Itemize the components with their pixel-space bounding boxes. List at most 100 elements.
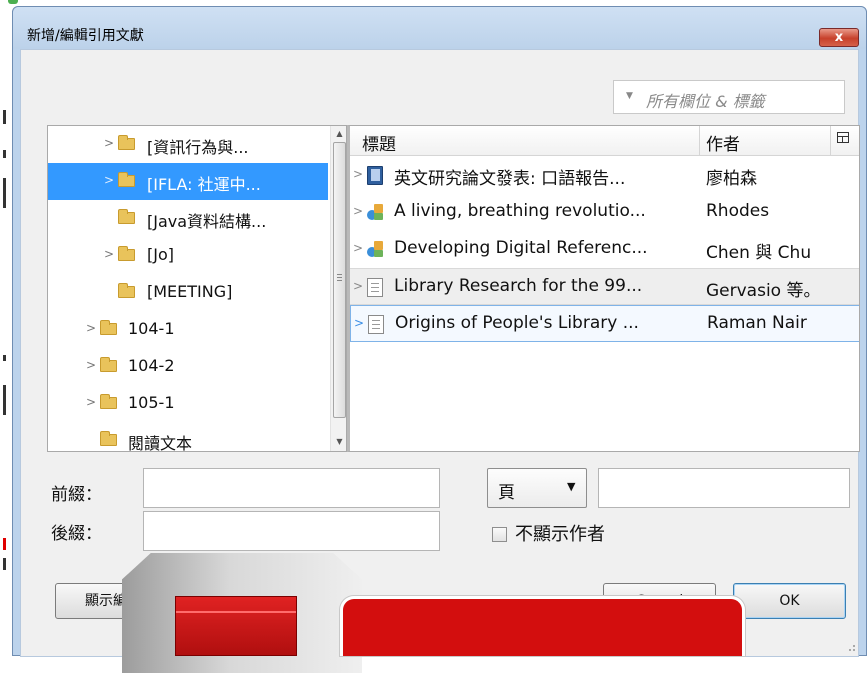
item-author: Gervasio 等。: [706, 281, 821, 301]
dialog-title: 新增/編輯引用文獻: [27, 28, 144, 44]
search-mode-dropdown-icon[interactable]: ▼: [626, 91, 633, 101]
suffix-label: 後綴：: [51, 524, 102, 544]
add-edit-citation-dialog: 新增/編輯引用文獻 x ▼ 所有欄位 & 標籤 > [資訊行為與... > [I…: [12, 6, 867, 657]
scrollbar-thumb[interactable]: [333, 142, 346, 418]
cancel-button[interactable]: Cancel: [603, 583, 716, 619]
dialog-body: ▼ 所有欄位 & 標籤 > [資訊行為與... > [IFLA: 社運中... …: [20, 49, 860, 657]
item-author: Rhodes: [706, 201, 770, 221]
prefix-field[interactable]: [143, 468, 440, 508]
expand-arrow-icon[interactable]: >: [354, 316, 364, 330]
item-title: 英文研究論文發表: 口語報告...: [394, 169, 626, 189]
item-title: A living, breathing revolutio...: [394, 201, 646, 221]
show-editor-button[interactable]: 顯示編輯器: [55, 583, 185, 619]
folder-icon: [118, 135, 135, 150]
column-divider[interactable]: [699, 126, 700, 156]
item-author: Raman Nair: [707, 313, 807, 333]
tree-item[interactable]: > [資訊行為與...: [48, 126, 328, 163]
scroll-down-arrow-icon[interactable]: ▼: [331, 434, 346, 450]
list-item-hovered[interactable]: > Library Research for the 99... Gervasi…: [350, 268, 859, 305]
folder-icon: [118, 209, 135, 224]
folder-icon: [118, 246, 135, 261]
tree-item[interactable]: > 105-1: [48, 385, 328, 422]
expand-arrow-icon[interactable]: >: [104, 247, 114, 261]
list-item[interactable]: > 英文研究論文發表: 口語報告... 廖柏森: [350, 157, 859, 194]
list-header: 標題 作者: [350, 126, 859, 156]
page-text-fragment: [3, 385, 6, 415]
page-text-fragment: [3, 110, 6, 124]
suffix-field[interactable]: [143, 511, 440, 551]
page-text-fragment: [3, 355, 6, 361]
collection-tree[interactable]: > [資訊行為與... > [IFLA: 社運中... [Java資料結構...…: [47, 125, 347, 452]
tree-item-label: [Jo]: [147, 245, 174, 264]
folder-icon: [100, 431, 117, 446]
folder-icon: [100, 357, 117, 372]
folder-icon: [118, 172, 135, 187]
suppress-author-checkbox[interactable]: [492, 527, 507, 542]
item-title: Origins of People's Library ...: [395, 313, 639, 333]
tree-item-label: 105-1: [128, 393, 175, 412]
expand-arrow-icon[interactable]: >: [86, 321, 96, 335]
column-header-author[interactable]: 作者: [706, 130, 740, 155]
tree-item-label: 104-2: [128, 356, 175, 375]
close-button[interactable]: x: [819, 28, 859, 47]
column-divider[interactable]: [830, 126, 831, 156]
ok-button[interactable]: OK: [733, 583, 846, 619]
expand-arrow-icon[interactable]: >: [86, 358, 96, 372]
tree-scrollbar[interactable]: ▲ ▼: [330, 126, 346, 451]
scroll-up-arrow-icon[interactable]: ▲: [331, 126, 346, 142]
prefix-label: 前綴：: [51, 485, 102, 505]
item-title: Developing Digital Referenc...: [394, 238, 648, 258]
column-header-title[interactable]: 標題: [362, 130, 396, 155]
list-item[interactable]: > Developing Digital Referenc... Chen 與 …: [350, 231, 859, 268]
item-author: 廖柏森: [706, 169, 757, 189]
tree-item-selected[interactable]: > [IFLA: 社運中...: [48, 163, 328, 200]
page-marker: [8, 0, 18, 4]
background-page-strip: [0, 0, 18, 650]
folder-icon: [100, 394, 117, 409]
chevron-down-icon: ▼: [567, 480, 576, 493]
suppress-author-label[interactable]: 不顯示作者: [515, 520, 605, 546]
locator-type-select[interactable]: 頁 ▼: [487, 468, 587, 508]
scrollbar-grip: [337, 274, 342, 275]
tree-item-label: [IFLA: 社運中...: [147, 175, 261, 194]
item-author: Chen 與 Chu: [706, 243, 812, 263]
list-item-current[interactable]: > Origins of People's Library ... Raman …: [350, 305, 859, 342]
search-placeholder: 所有欄位 & 標籤: [646, 92, 765, 111]
document-icon: [367, 278, 383, 297]
list-item[interactable]: > A living, breathing revolutio... Rhode…: [350, 194, 859, 231]
tree-item[interactable]: [Java資料結構...: [48, 200, 328, 237]
tree-item-label: 閱讀文本: [128, 434, 193, 452]
expand-arrow-icon[interactable]: >: [353, 279, 363, 293]
items-list[interactable]: 標題 作者 > 英文研究論文發表: 口語報告... 廖柏森 > A living…: [347, 125, 860, 452]
tree-item[interactable]: 閱讀文本: [48, 422, 328, 452]
tree-item-label: [資訊行為與...: [147, 138, 249, 157]
search-input[interactable]: ▼ 所有欄位 & 標籤: [613, 80, 845, 114]
expand-arrow-icon[interactable]: >: [353, 241, 363, 255]
webpage-icon: [367, 241, 384, 258]
tree-item[interactable]: > 104-1: [48, 311, 328, 348]
document-icon: [368, 315, 384, 334]
folder-icon: [100, 320, 117, 335]
book-icon: [367, 166, 383, 185]
tree-item-label: [MEETING]: [147, 282, 233, 301]
item-title: Library Research for the 99...: [394, 276, 643, 296]
expand-arrow-icon[interactable]: >: [104, 136, 114, 150]
tree-item[interactable]: [MEETING]: [48, 274, 328, 311]
expand-arrow-icon[interactable]: >: [353, 204, 363, 218]
dialog-titlebar[interactable]: 新增/編輯引用文獻 x: [13, 7, 866, 49]
tree-item[interactable]: > 104-2: [48, 348, 328, 385]
expand-arrow-icon[interactable]: >: [104, 173, 114, 187]
page-text-fragment: [3, 178, 6, 208]
expand-arrow-icon[interactable]: >: [353, 167, 363, 181]
resize-grip-icon[interactable]: [845, 643, 855, 653]
scrollbar-grip: [337, 280, 342, 281]
page-text-fragment: [3, 558, 6, 570]
tree-item[interactable]: > [Jo]: [48, 237, 328, 274]
locator-field[interactable]: [598, 468, 850, 508]
expand-arrow-icon[interactable]: >: [86, 395, 96, 409]
folder-icon: [118, 283, 135, 298]
column-picker-icon[interactable]: [837, 132, 849, 143]
webpage-icon: [367, 204, 384, 221]
page-text-fragment: [3, 150, 6, 158]
locator-type-value: 頁: [498, 483, 515, 503]
